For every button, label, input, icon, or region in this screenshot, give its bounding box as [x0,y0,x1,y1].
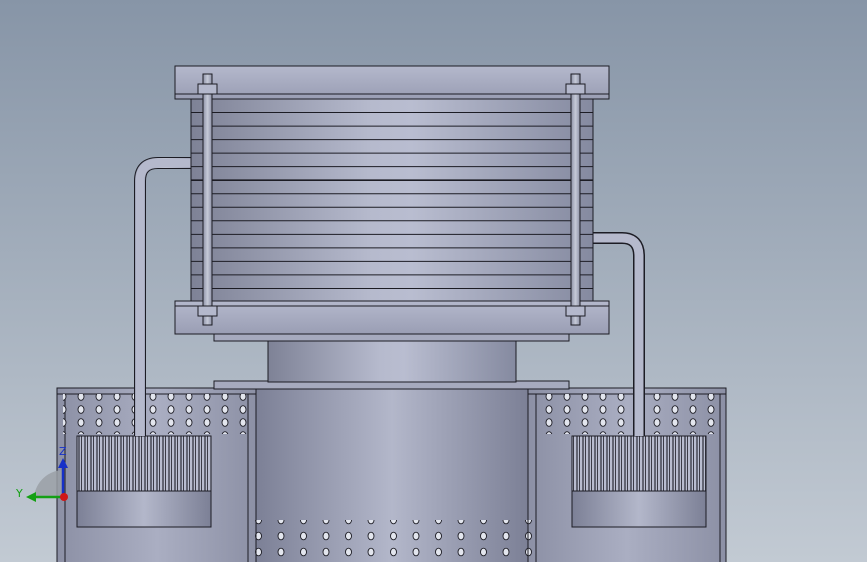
stack-neck[interactable] [267,339,517,383]
triad-label-y: Y [15,487,23,500]
plate-stack[interactable] [190,98,594,303]
fin-drum-right-cylinder [571,489,707,528]
perforation-grid-left [63,394,249,434]
tie-rod-left-nut-bottom [197,305,218,317]
fin-drum-left-cylinder [76,489,212,528]
cad-viewport[interactable]: Z Y [0,0,867,562]
tie-rod-left-nut-top [197,83,218,95]
tie-rod-right-nut-top [565,83,586,95]
fin-drum-left-fins [76,435,212,492]
fin-drum-left[interactable] [76,435,212,528]
tie-rod-right-nut-bottom [565,305,586,317]
stack-cylinder [190,98,594,303]
triad-axis-x [60,493,68,501]
fin-drum-right[interactable] [571,435,707,528]
perforation-grid-right [537,394,723,434]
fin-drum-right-fins [571,435,707,492]
perforation-grid-center [252,520,532,562]
triad-label-z: Z [59,445,67,458]
